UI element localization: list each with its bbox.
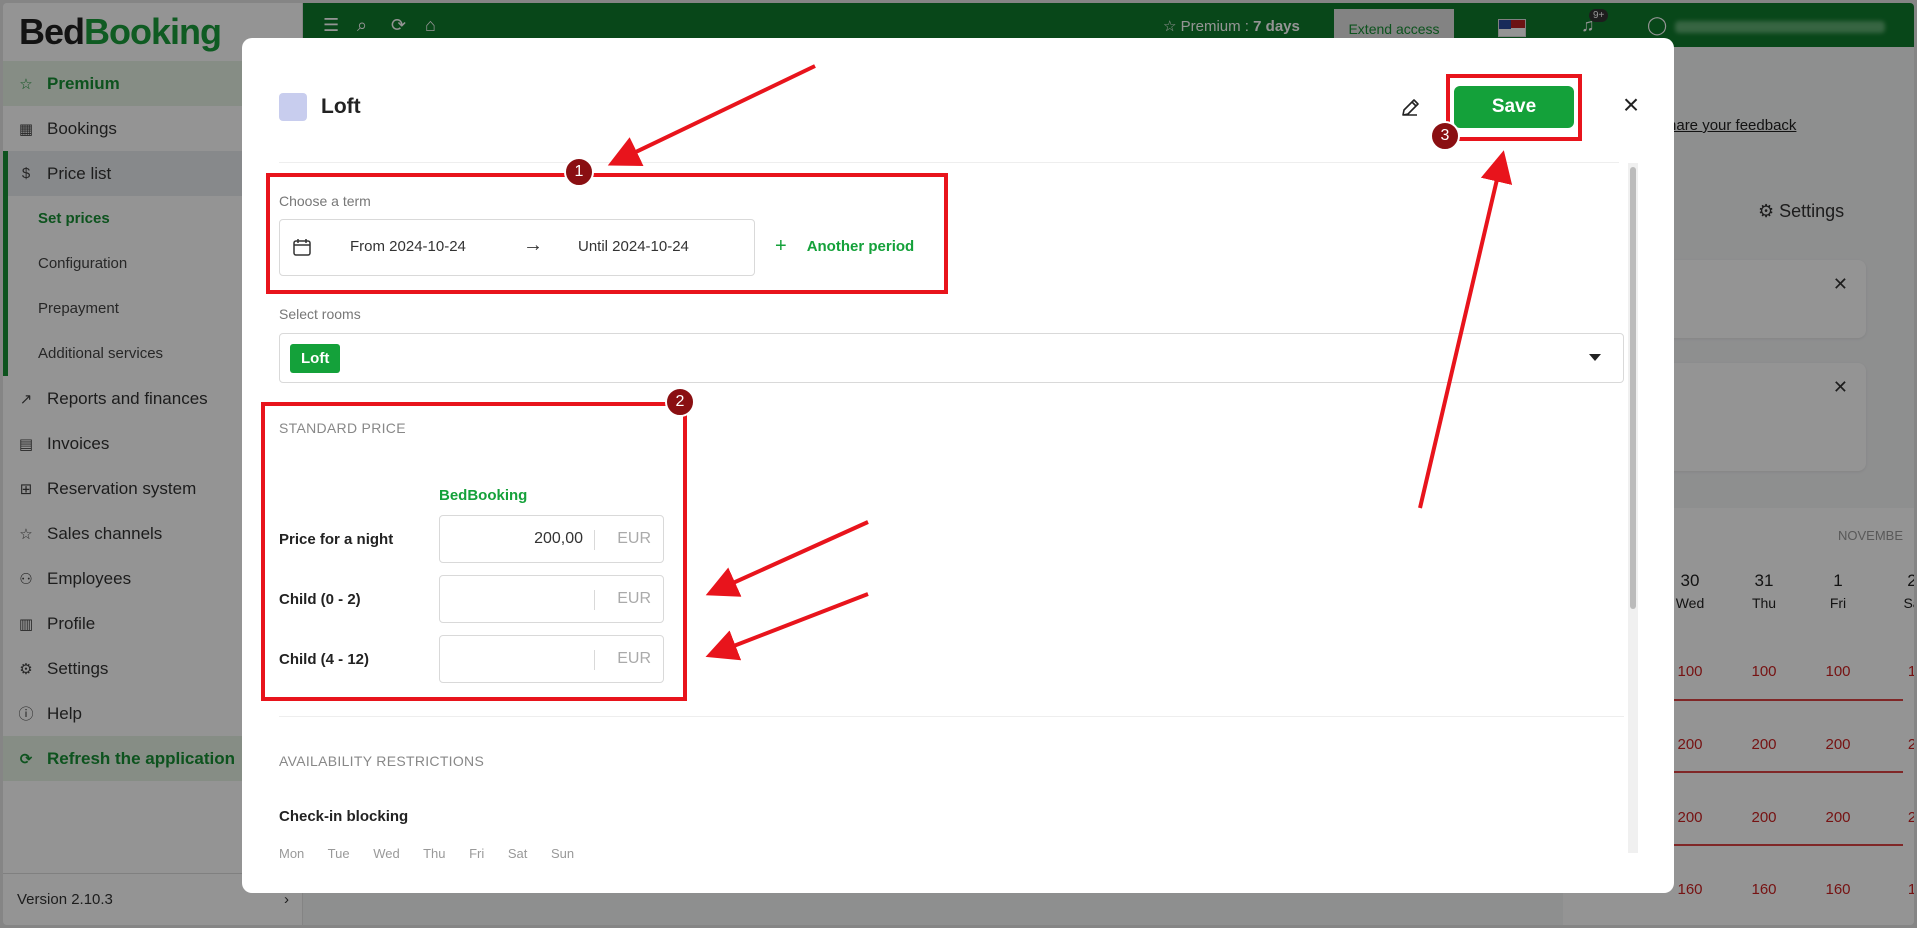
standard-price-heading: STANDARD PRICE <box>279 420 406 436</box>
child-0-2-label: Child (0 - 2) <box>279 591 361 608</box>
close-icon[interactable]: × <box>1616 89 1646 120</box>
date-until[interactable]: Until 2024-10-24 <box>578 238 689 255</box>
room-color-swatch <box>279 93 307 121</box>
annotation-badge-1: 1 <box>564 157 594 187</box>
save-button[interactable]: Save <box>1454 86 1574 128</box>
currency-label: EUR <box>617 650 651 667</box>
annotation-badge-3: 3 <box>1430 121 1460 151</box>
date-range-picker[interactable]: From 2024-10-24 → Until 2024-10-24 <box>279 219 755 276</box>
availability-heading: AVAILABILITY RESTRICTIONS <box>279 753 485 769</box>
rooms-label: Select rooms <box>279 306 361 322</box>
child-0-2-input[interactable]: EUR <box>439 575 664 623</box>
weekday-row: Mon Tue Wed Thu Fri Sat Sun <box>279 846 575 861</box>
currency-label: EUR <box>617 530 651 547</box>
header-divider <box>279 162 1619 163</box>
child-4-12-label: Child (4 - 12) <box>279 651 370 668</box>
another-period-button[interactable]: + Another period <box>775 235 914 258</box>
date-from[interactable]: From 2024-10-24 <box>350 238 466 255</box>
term-label: Choose a term <box>279 193 371 209</box>
scrollbar-thumb[interactable] <box>1630 167 1636 609</box>
checkin-blocking-label: Check-in blocking <box>279 808 409 825</box>
plus-icon: + <box>775 235 787 257</box>
rooms-select[interactable]: Loft <box>279 333 1624 383</box>
pencil-icon[interactable] <box>1395 93 1425 123</box>
edit-price-modal: Loft Save × Choose a term From 2024-10-2… <box>242 38 1674 893</box>
annotation-badge-2: 2 <box>665 387 695 417</box>
currency-label: EUR <box>617 590 651 607</box>
modal-title: Loft <box>321 95 361 118</box>
price-night-input[interactable]: 200,00 EUR <box>439 515 664 563</box>
channel-label: BedBooking <box>439 487 528 504</box>
child-4-12-input[interactable]: EUR <box>439 635 664 683</box>
caret-down-icon[interactable] <box>1589 354 1601 361</box>
calendar-icon <box>292 237 312 257</box>
modal-scrollbar[interactable] <box>1628 163 1638 853</box>
section-divider <box>279 716 1624 717</box>
price-night-label: Price for a night <box>279 531 394 548</box>
arrow-right-icon: → <box>523 234 543 256</box>
room-tag-loft[interactable]: Loft <box>290 344 341 373</box>
